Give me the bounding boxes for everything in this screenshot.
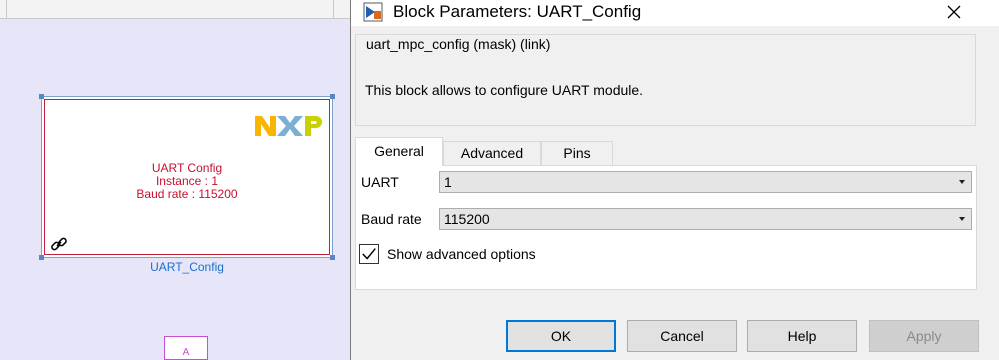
resize-handle-top-right[interactable] xyxy=(330,94,335,99)
block-label-line-baud: Baud rate : 115200 xyxy=(136,187,238,201)
apply-button[interactable]: Apply xyxy=(869,320,979,352)
show-advanced-label[interactable]: Show advanced options xyxy=(387,246,536,262)
uart-label: UART xyxy=(361,174,399,190)
chevron-down-icon xyxy=(959,180,965,184)
block-label: UART Config Instance : 1 Baud rate : 115… xyxy=(45,162,329,201)
baud-rate-select-value: 115200 xyxy=(444,211,490,227)
secondary-block[interactable]: A xyxy=(164,336,208,360)
block-parameters-dialog: Block Parameters: UART_Config uart_mpc_c… xyxy=(350,0,999,360)
chevron-down-icon xyxy=(959,217,965,221)
dialog-titlebar[interactable]: Block Parameters: UART_Config xyxy=(351,0,999,26)
uart-select[interactable]: 1 xyxy=(439,171,972,193)
block-name-label[interactable]: UART_Config xyxy=(41,260,333,274)
dialog-title: Block Parameters: UART_Config xyxy=(393,2,642,21)
baud-rate-label: Baud rate xyxy=(361,211,422,227)
close-icon[interactable] xyxy=(941,0,967,26)
resize-handle-top-left[interactable] xyxy=(39,94,44,99)
show-advanced-checkbox[interactable] xyxy=(359,244,379,264)
nxp-logo-icon xyxy=(255,116,322,136)
mask-title: uart_mpc_config (mask) (link) xyxy=(365,36,552,52)
help-button[interactable]: Help xyxy=(747,320,857,352)
uart-config-block[interactable]: UART Config Instance : 1 Baud rate : 115… xyxy=(39,94,335,260)
tab-advanced[interactable]: Advanced xyxy=(443,141,541,165)
canvas-toolbar-strip xyxy=(0,0,360,19)
library-link-icon xyxy=(51,237,67,251)
uart-config-block-body: UART Config Instance : 1 Baud rate : 115… xyxy=(44,99,330,255)
tab-general[interactable]: General xyxy=(355,137,443,166)
baud-rate-select[interactable]: 115200 xyxy=(439,208,972,230)
simulink-block-icon xyxy=(363,2,383,22)
secondary-block-label: A xyxy=(182,347,190,358)
ok-button[interactable]: OK xyxy=(506,320,616,352)
cancel-button[interactable]: Cancel xyxy=(627,320,737,352)
checkmark-icon xyxy=(362,248,376,260)
tab-pins[interactable]: Pins xyxy=(541,141,613,165)
mask-description: This block allows to configure UART modu… xyxy=(365,82,644,98)
uart-select-value: 1 xyxy=(444,174,452,190)
